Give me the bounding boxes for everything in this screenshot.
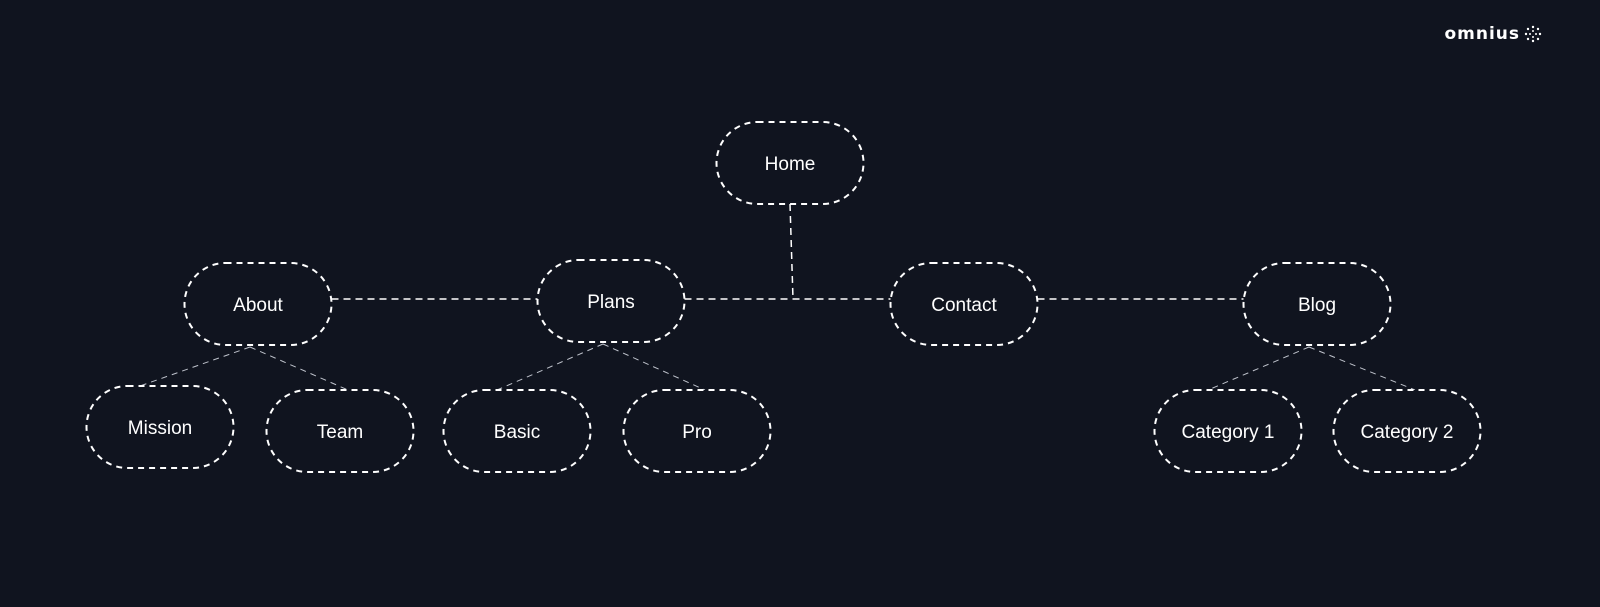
node-plans: Plans	[536, 259, 686, 343]
node-category1: Category 1	[1153, 389, 1303, 473]
node-label: Mission	[128, 418, 192, 439]
node-mission: Mission	[85, 385, 235, 469]
node-label: Blog	[1298, 295, 1336, 316]
node-home: Home	[715, 121, 865, 205]
node-contact: Contact	[889, 262, 1039, 346]
node-team: Team	[265, 389, 415, 473]
edge-about-team	[249, 346, 349, 391]
node-label: Pro	[682, 422, 712, 443]
node-label: Basic	[494, 422, 540, 443]
node-basic: Basic	[442, 389, 592, 473]
node-label: Category 2	[1361, 422, 1454, 443]
edge-plans-basic	[496, 343, 604, 391]
edge-home-plans-contact-bus	[789, 203, 794, 300]
node-blog: Blog	[1242, 262, 1392, 346]
node-about: About	[183, 262, 333, 346]
node-label: Team	[317, 422, 363, 443]
sitemap-diagram: Home About Plans Contact Blog Mission Team Basi…	[85, 121, 1482, 473]
logo-text: omnius	[1444, 24, 1520, 44]
node-pro: Pro	[622, 389, 772, 473]
node-label: Category 1	[1182, 422, 1275, 443]
node-label: Home	[765, 154, 816, 175]
node-label: Plans	[587, 292, 635, 313]
logo-mark-icon	[1524, 25, 1542, 43]
edge-blog-category2	[1308, 346, 1416, 391]
edge-blog-category1	[1207, 346, 1310, 391]
node-category2: Category 2	[1332, 389, 1482, 473]
edge-plans-pro	[602, 343, 706, 391]
omnius-logo: omnius	[1444, 24, 1542, 44]
node-label: About	[233, 295, 283, 316]
node-label: Contact	[931, 295, 997, 316]
edge-about-mission	[139, 346, 251, 387]
